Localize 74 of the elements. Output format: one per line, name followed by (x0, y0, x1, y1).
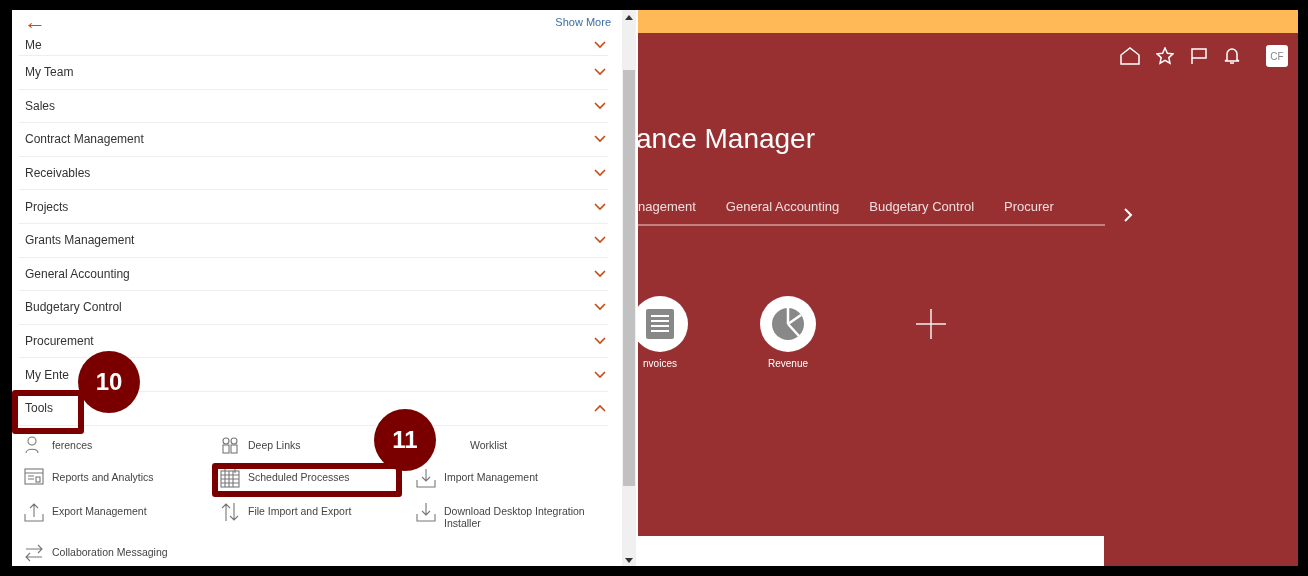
up-down-arrows-icon (220, 501, 240, 522)
menu-group[interactable]: My Team (25, 65, 74, 80)
expand-toggle[interactable] (594, 269, 606, 278)
bell-icon[interactable] (1224, 47, 1240, 65)
download-icon (416, 467, 436, 488)
chevron-down-icon (594, 303, 606, 312)
nav-tab[interactable]: Procurer (1004, 199, 1054, 214)
chevron-up-icon (594, 404, 606, 413)
menu-group[interactable]: Sales (25, 98, 56, 113)
menu-group[interactable]: General Accounting (25, 266, 130, 281)
tool-link[interactable]: Deep Links (220, 435, 301, 454)
menu-group[interactable]: Tools (25, 401, 53, 416)
tool-link[interactable]: Export Management (24, 501, 147, 522)
chevron-down-icon (594, 236, 606, 245)
chevron-right-icon[interactable] (1123, 207, 1133, 222)
menu-group[interactable]: Grants Management (25, 233, 135, 248)
people-icon (220, 435, 240, 454)
expand-toggle[interactable] (594, 101, 606, 110)
nav-tab[interactable]: Budgetary Control (869, 199, 975, 214)
chevron-down-icon (594, 202, 606, 211)
tool-link[interactable]: Reports and Analytics (24, 467, 154, 486)
chevron-down-icon (594, 40, 606, 49)
expand-toggle[interactable] (594, 370, 606, 379)
expand-toggle[interactable] (594, 236, 606, 245)
menu-group[interactable]: Me (25, 37, 42, 52)
upload-icon (24, 501, 44, 522)
chevron-down-icon (594, 135, 606, 144)
show-more-link[interactable]: Show More (555, 16, 611, 28)
pie-chart-icon (771, 307, 805, 341)
scroll-down-icon[interactable] (625, 558, 633, 564)
menu-group[interactable]: Projects (25, 199, 69, 214)
chevron-down-icon (594, 169, 606, 178)
expand-toggle[interactable] (594, 40, 606, 49)
chevron-down-icon (594, 68, 606, 77)
chevron-down-icon (594, 101, 606, 110)
scrollbar-thumb[interactable] (623, 70, 635, 486)
expand-toggle[interactable] (594, 303, 606, 312)
expand-toggle[interactable] (594, 337, 606, 346)
report-icon (24, 467, 44, 486)
nav-tab[interactable]: General Accounting (725, 199, 840, 214)
home-icon[interactable] (1120, 47, 1140, 65)
expand-toggle[interactable] (594, 169, 606, 178)
tool-link[interactable]: Collaboration Messaging (24, 542, 168, 563)
swap-arrows-icon (24, 542, 44, 563)
menu-group[interactable]: My Ente (25, 367, 69, 382)
tool-link[interactable]: ferences (24, 435, 93, 454)
tool-link[interactable]: Download Desktop Integration Installer (416, 501, 604, 529)
scroll-up-icon[interactable] (625, 14, 633, 20)
menu-group[interactable]: Contract Management (25, 132, 144, 147)
nav-tab[interactable]: nagement (638, 199, 696, 214)
expand-toggle[interactable] (594, 404, 606, 413)
menu-group[interactable]: Budgetary Control (25, 300, 122, 315)
add-icon[interactable] (916, 309, 946, 339)
menu-group[interactable]: Receivables (25, 166, 91, 181)
menu-group[interactable]: Procurement (25, 334, 94, 349)
page-title: ance Manager (638, 123, 816, 155)
expand-toggle[interactable] (594, 68, 606, 77)
star-icon[interactable] (1156, 47, 1174, 65)
chevron-down-icon (594, 337, 606, 346)
step-badge: 11 (374, 409, 436, 471)
tool-link[interactable]: File Import and Export (220, 501, 352, 522)
step-badge: 10 (78, 351, 140, 413)
tool-link[interactable]: Scheduled Processes (220, 467, 350, 488)
download-icon (416, 501, 436, 522)
expand-toggle[interactable] (594, 135, 606, 144)
expand-toggle[interactable] (594, 202, 606, 211)
user-avatar[interactable]: CF (1266, 45, 1288, 67)
back-button[interactable]: ← (24, 12, 46, 32)
calendar-icon (220, 467, 240, 488)
chevron-down-icon (594, 269, 606, 278)
list-icon (646, 309, 674, 339)
flag-icon[interactable] (1190, 47, 1208, 65)
tool-link[interactable]: Worklist (442, 435, 508, 451)
chevron-down-icon (594, 370, 606, 379)
